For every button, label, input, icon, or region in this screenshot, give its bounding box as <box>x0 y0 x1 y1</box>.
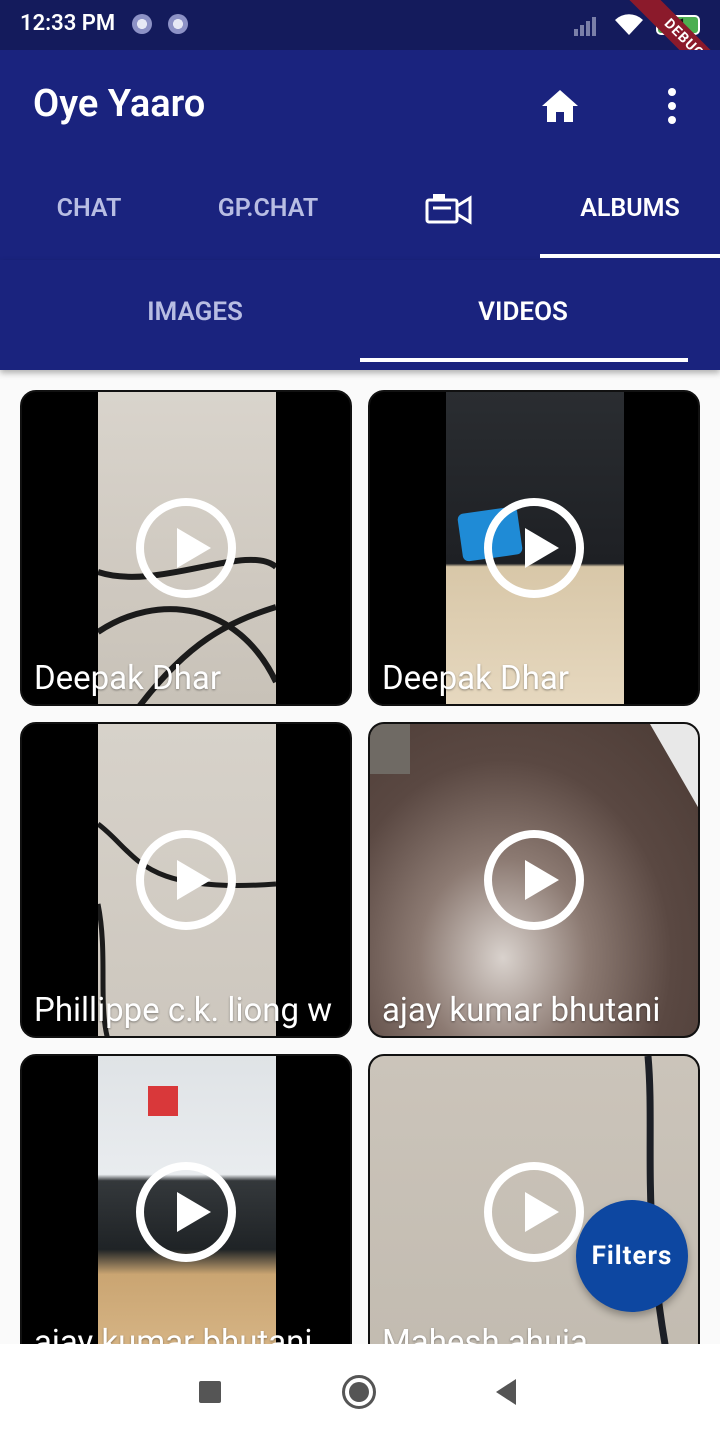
app-bar: Oye Yaaro CHAT GP.CHAT ALBUMS <box>0 50 720 260</box>
play-icon[interactable] <box>484 1162 584 1262</box>
more-vert-icon <box>668 88 676 124</box>
wifi-icon <box>615 14 643 36</box>
signal-icon <box>574 17 596 36</box>
play-icon[interactable] <box>136 830 236 930</box>
video-sender-label: ajay kumar bhutani <box>382 991 661 1030</box>
video-card[interactable]: Deepak Dhar <box>368 390 700 706</box>
video-grid: Deepak Dhar Deepak Dhar Phillippe c.k. l… <box>20 390 700 1344</box>
play-icon[interactable] <box>484 830 584 930</box>
recents-icon[interactable] <box>199 1381 221 1403</box>
overflow-menu-button[interactable] <box>658 82 686 130</box>
play-icon[interactable] <box>484 498 584 598</box>
tab-group-chat[interactable]: GP.CHAT <box>178 180 358 258</box>
video-card[interactable]: Phillippe c.k. liong w <box>20 722 352 1038</box>
home-button[interactable] <box>536 82 584 130</box>
tab-indicator <box>540 254 720 258</box>
status-bar: 12:33 PM 91 DEBUG <box>0 0 720 97</box>
back-icon[interactable] <box>496 1379 516 1405</box>
video-card[interactable]: ajay kumar bhutani <box>20 1054 352 1344</box>
album-sub-tabs: IMAGES VIDEOS <box>0 260 720 370</box>
notification-icon <box>132 14 152 34</box>
video-camera-icon <box>425 194 472 225</box>
video-sender-label: Phillippe c.k. liong w <box>34 991 333 1030</box>
tab-chat[interactable]: CHAT <box>0 180 178 258</box>
main-tabs: CHAT GP.CHAT ALBUMS <box>0 180 720 258</box>
video-card[interactable]: ajay kumar bhutani <box>368 722 700 1038</box>
filters-button[interactable]: Filters <box>576 1200 688 1312</box>
home-nav-icon[interactable] <box>342 1375 376 1409</box>
tab-videos[interactable]: VIDEOS <box>343 260 703 370</box>
tab-images[interactable]: IMAGES <box>15 260 375 370</box>
notification-icon <box>168 14 188 34</box>
tab-albums[interactable]: ALBUMS <box>540 180 720 258</box>
video-sender-label: ajay kumar bhutani <box>34 1323 313 1344</box>
subtab-indicator <box>360 358 688 362</box>
status-time: 12:33 PM <box>20 11 116 36</box>
video-sender-label: Deepak Dhar <box>34 659 222 698</box>
video-card[interactable]: Deepak Dhar <box>20 390 352 706</box>
home-icon <box>542 90 578 122</box>
play-icon[interactable] <box>136 498 236 598</box>
video-sender-label: Mahesh ahuja <box>382 1323 588 1344</box>
video-sender-label: Deepak Dhar <box>382 659 570 698</box>
system-nav-bar <box>0 1344 720 1440</box>
app-title: Oye Yaaro <box>33 82 206 126</box>
tab-video[interactable] <box>358 180 540 258</box>
play-icon[interactable] <box>136 1162 236 1262</box>
